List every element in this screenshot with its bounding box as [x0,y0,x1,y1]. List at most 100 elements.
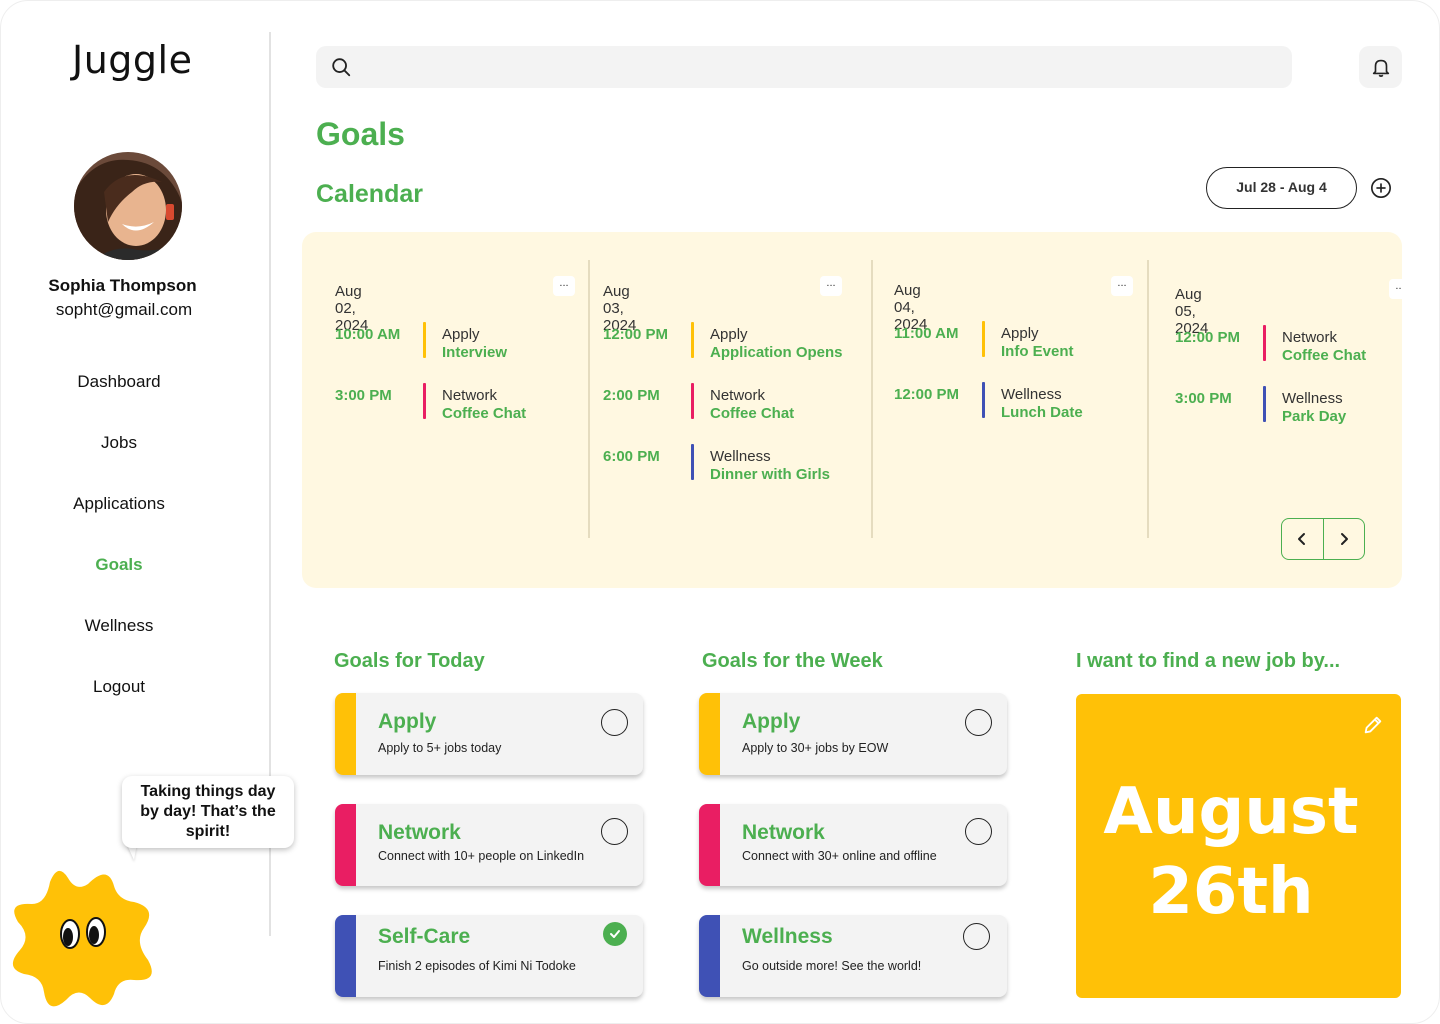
event-category: Wellness [710,448,771,465]
event-title: Info Event [1001,343,1074,360]
goal-card[interactable]: Apply Apply to 5+ jobs today [335,693,643,775]
day-more-button[interactable]: ... [1389,279,1402,299]
next-week-button[interactable] [1322,519,1365,559]
bell-icon [1372,59,1389,77]
search-icon [332,58,351,77]
day-divider [1147,260,1149,538]
event-color-bar [691,322,694,358]
goal-color-stripe [699,804,720,886]
calendar-event[interactable]: 10:00 AM Apply Interview [335,322,575,366]
user-name: Sophia Thompson [48,276,197,295]
calendar-event[interactable]: 12:00 PM Apply Application Opens [603,322,863,366]
event-color-bar [1263,386,1266,422]
goal-card[interactable]: Apply Apply to 30+ jobs by EOW [699,693,1007,775]
goal-title: Apply [378,710,437,733]
event-category: Apply [710,326,748,343]
event-category: Apply [1001,325,1039,342]
nav-item-logout[interactable]: Logout [0,677,238,697]
calendar-event[interactable]: 3:00 PM Wellness Park Day [1175,386,1395,430]
app-logo[interactable]: Juggle [72,38,192,82]
goal-card[interactable]: Self-Care Finish 2 episodes of Kimi Ni T… [335,915,643,997]
day-more-button[interactable]: ... [1111,276,1133,296]
add-event-icon[interactable] [1370,177,1392,199]
target-date-card[interactable]: August 26th [1076,694,1401,998]
event-title: Lunch Date [1001,404,1083,421]
goal-checkbox[interactable] [963,923,990,950]
goal-title: Apply [742,710,801,733]
goal-description: Connect with 30+ online and offline [742,849,937,863]
prev-week-button[interactable] [1282,519,1323,559]
target-heading: I want to find a new job by... [1076,650,1341,672]
event-color-bar [982,382,985,418]
goal-description: Finish 2 episodes of Kimi Ni Todoke [378,959,576,973]
day-divider [871,260,873,538]
goal-checkbox[interactable] [965,709,992,736]
nav-item-applications[interactable]: Applications [0,494,238,514]
event-color-bar [423,322,426,358]
calendar-event[interactable]: 12:00 PM Network Coffee Chat [1175,325,1395,369]
event-time: 6:00 PM [603,448,660,465]
calendar-pager [1281,518,1365,560]
notifications-button[interactable] [1359,46,1402,88]
goal-checkbox-checked[interactable] [603,922,627,946]
event-category: Wellness [1001,386,1062,403]
calendar-event[interactable]: 6:00 PM Wellness Dinner with Girls [603,444,863,488]
goal-card[interactable]: Network Connect with 30+ online and offl… [699,804,1007,886]
chevron-left-icon [1298,533,1306,545]
day-more-button[interactable]: ... [820,276,842,296]
goal-color-stripe [699,915,720,997]
event-title: Coffee Chat [710,405,795,422]
goal-title: Network [742,821,825,844]
goal-color-stripe [335,915,356,997]
goal-description: Go outside more! See the world! [742,959,922,973]
goal-title: Wellness [742,925,833,948]
calendar-event[interactable]: 11:00 AM Apply Info Event [894,321,1134,365]
goal-color-stripe [335,693,356,775]
calendar-event[interactable]: 2:00 PM Network Coffee Chat [603,383,863,427]
day-more-button[interactable]: ... [553,276,575,296]
search-input[interactable] [316,46,1292,88]
goal-description: Connect with 10+ people on LinkedIn [378,849,585,863]
goals-week-heading: Goals for the Week [702,650,883,672]
event-category: Network [1282,329,1338,346]
event-color-bar [691,383,694,419]
nav-item-goals[interactable]: Goals [0,555,238,575]
goal-card[interactable]: Wellness Go outside more! See the world! [699,915,1007,997]
goal-checkbox[interactable] [601,709,628,736]
event-time: 12:00 PM [603,326,669,343]
event-title: Park Day [1282,408,1347,425]
calendar-event[interactable]: 12:00 PM Wellness Lunch Date [894,382,1134,426]
avatar[interactable] [74,152,182,260]
calendar-panel: Aug 02, 2024 ... 10:00 AM Apply Intervie… [302,232,1402,588]
event-time: 11:00 AM [894,325,959,342]
pencil-icon[interactable] [1362,714,1384,736]
event-title: Interview [442,344,508,361]
goal-card[interactable]: Network Connect with 10+ people on Linke… [335,804,643,886]
event-title: Application Opens [710,344,843,361]
event-time: 3:00 PM [1175,390,1232,407]
mascot-splat-icon [12,870,152,1007]
event-time: 12:00 PM [894,386,960,403]
goal-checkbox[interactable] [965,818,992,845]
nav-item-jobs[interactable]: Jobs [0,433,238,453]
target-date-day: 26th [1148,855,1314,929]
goal-description: Apply to 5+ jobs today [378,741,502,755]
calendar-title: Calendar [316,180,423,208]
event-time: 10:00 AM [335,326,401,343]
event-color-bar [982,321,985,357]
event-category: Network [710,387,766,404]
nav-item-wellness[interactable]: Wellness [0,616,238,636]
goal-checkbox[interactable] [601,818,628,845]
event-category: Wellness [1282,390,1343,407]
event-title: Coffee Chat [442,405,527,422]
page-title: Goals [316,116,405,152]
event-title: Dinner with Girls [710,466,831,483]
chevron-right-icon [1340,533,1348,545]
avatar-photo [74,152,182,260]
goal-title: Self-Care [378,925,471,948]
checkmark-icon [610,930,620,938]
nav-item-dashboard[interactable]: Dashboard [0,372,238,392]
calendar-event[interactable]: 3:00 PM Network Coffee Chat [335,383,575,427]
date-range-selector[interactable]: Jul 28 - Aug 4 [1206,167,1357,209]
target-date-month: August [1103,775,1359,849]
